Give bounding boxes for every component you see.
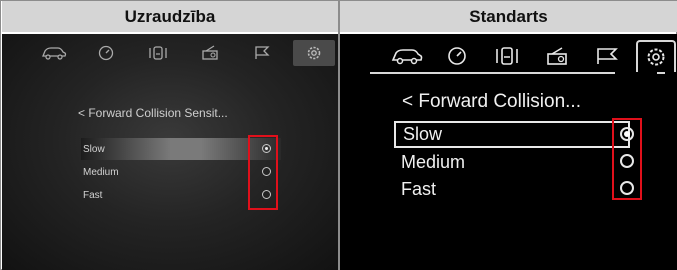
option-label: Fast [401, 179, 437, 199]
option-label: Medium [83, 166, 119, 178]
car-icon[interactable] [382, 41, 432, 71]
tab-underline [657, 72, 665, 74]
seat-icon[interactable] [132, 40, 184, 66]
column-header-left: Uzraudzība [2, 1, 338, 32]
option-label: Fast [83, 189, 103, 201]
option-label: Medium [401, 152, 466, 172]
radio-icon[interactable] [184, 40, 236, 66]
icon-bar [340, 40, 677, 72]
gauge-icon[interactable] [432, 41, 482, 71]
comparison-table: Uzraudzība Standarts < Forward Collision… [0, 0, 677, 270]
page-title[interactable]: < Forward Collision... [402, 91, 581, 113]
screen-left: < Forward Collision Sensit... Slow Mediu… [2, 34, 338, 270]
flag-icon[interactable] [236, 40, 288, 66]
gear-icon[interactable] [636, 40, 676, 72]
radio-icon[interactable] [532, 41, 582, 71]
icon-bar [2, 40, 338, 66]
screen-right: < Forward Collision... Slow Medium Fast [340, 34, 677, 270]
gauge-icon[interactable] [80, 40, 132, 66]
option-label: Slow [403, 124, 443, 144]
tab-underline [370, 72, 615, 74]
page-title[interactable]: < Forward Collision Sensit... [78, 106, 228, 120]
highlight-box [612, 118, 642, 200]
car-icon[interactable] [28, 40, 80, 66]
option-row-fast[interactable]: Fast [394, 176, 630, 203]
highlight-box [248, 135, 278, 210]
flag-icon[interactable] [582, 41, 632, 71]
gear-icon[interactable] [293, 40, 335, 66]
option-row-slow[interactable]: Slow [394, 121, 630, 148]
seat-icon[interactable] [482, 41, 532, 71]
option-label: Slow [83, 143, 105, 155]
option-row-medium[interactable]: Medium [394, 149, 630, 176]
column-header-right: Standarts [340, 1, 677, 32]
